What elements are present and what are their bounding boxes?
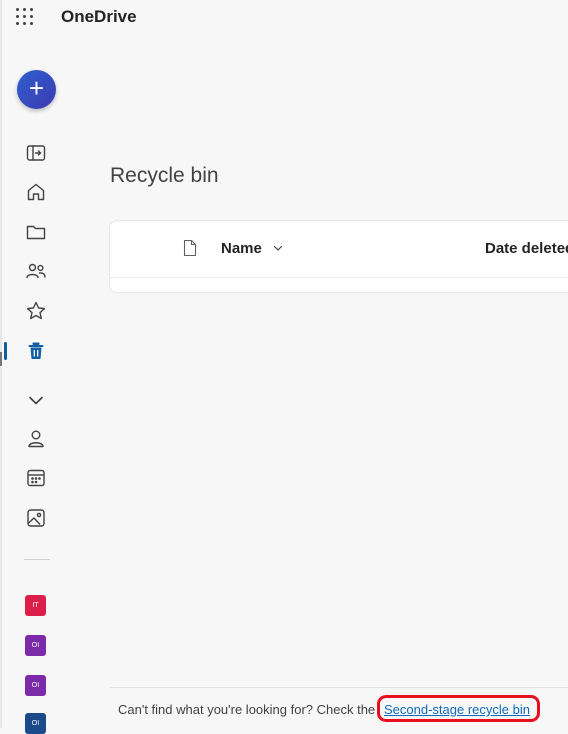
active-nav-indicator [4,342,7,360]
chevron-down-icon[interactable] [272,241,284,253]
app-tile-oi[interactable]: OI [25,635,46,656]
star-icon[interactable] [24,299,48,323]
column-header-name[interactable]: Name [221,240,262,257]
person-icon[interactable] [24,427,48,451]
column-header-date-deleted[interactable]: Date deleted [485,240,568,257]
trash-icon[interactable] [24,339,48,363]
people-icon[interactable] [24,259,48,283]
app-tile-oi[interactable]: OI [25,713,46,734]
calendar-icon[interactable] [24,466,48,490]
home-icon[interactable] [24,180,48,204]
top-bar: OneDrive [0,0,568,34]
create-new-button[interactable]: + [17,70,56,109]
app-tile-it[interactable]: IT [25,595,46,616]
footer-message: Can't find what you're looking for? Chec… [118,702,376,717]
second-stage-recycle-bin-link[interactable]: Second-stage recycle bin [384,702,530,717]
panel-expand-icon[interactable] [24,141,48,165]
chevron-down-icon[interactable] [24,388,48,412]
page-title: Recycle bin [110,164,219,187]
rail-divider [24,559,50,560]
app-title[interactable]: OneDrive [61,7,137,27]
app-tile-oi[interactable]: OI [25,675,46,696]
file-type-icon[interactable] [182,239,198,257]
app-launcher-icon[interactable] [16,8,34,26]
window-resize-mark [0,352,2,366]
folder-icon[interactable] [24,220,48,244]
list-header: Name Date deleted [110,221,568,278]
file-list: Name Date deleted [109,220,568,293]
footer-bar: Can't find what you're looking for? Chec… [110,687,568,729]
image-icon[interactable] [24,506,48,530]
